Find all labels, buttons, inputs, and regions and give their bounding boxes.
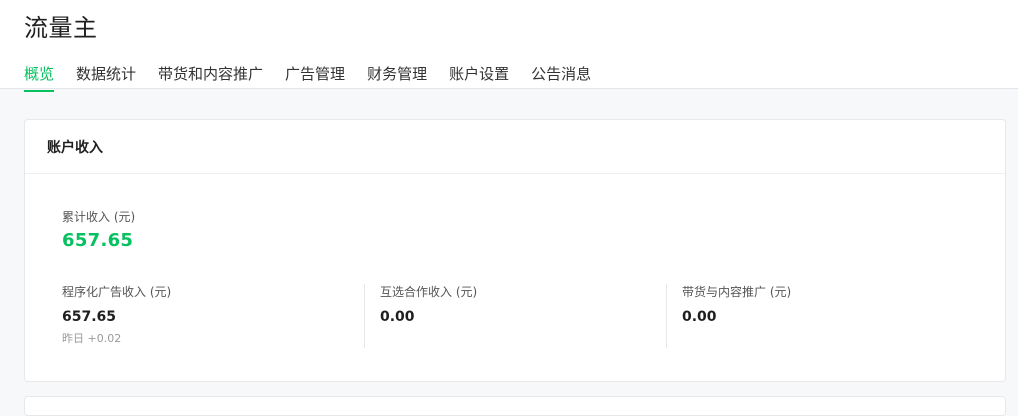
next-card: [24, 396, 1006, 416]
metric-divider: [364, 284, 365, 348]
metric-label: 程序化广告收入 (元): [62, 285, 172, 299]
income-card-header: 账户收入: [25, 120, 1005, 174]
tab-announcements[interactable]: 公告消息: [531, 62, 591, 89]
income-card: 账户收入 累计收入 (元) 657.65 程序化广告收入 (元) 657.65 …: [24, 119, 1006, 382]
main-tabs: 概览 数据统计 带货和内容推广 广告管理 财务管理 账户设置 公告消息: [24, 62, 613, 92]
metric-yesterday-change: 昨日 +0.02: [62, 332, 122, 345]
metric-label: 带货与内容推广 (元): [682, 285, 792, 299]
income-card-title: 账户收入: [47, 139, 103, 156]
tab-ad-management[interactable]: 广告管理: [285, 62, 345, 89]
metric-value: 0.00: [682, 309, 717, 325]
metric-product-promotion: 带货与内容推广 (元) 0.00: [682, 284, 791, 348]
tab-product-promotion[interactable]: 带货和内容推广: [158, 62, 263, 89]
page-header: 流量主 概览 数据统计 带货和内容推广 广告管理 财务管理 账户设置 公告消息: [0, 0, 1018, 92]
metric-value: 0.00: [380, 309, 415, 325]
metric-programmatic-ads: 程序化广告收入 (元) 657.65 昨日 +0.02: [62, 284, 171, 348]
tab-account-settings[interactable]: 账户设置: [449, 62, 509, 89]
tab-overview[interactable]: 概览: [24, 62, 55, 92]
metric-label: 互选合作收入 (元): [380, 285, 478, 299]
income-metrics: 程序化广告收入 (元) 657.65 昨日 +0.02 互选合作收入 (元) 0…: [62, 284, 982, 348]
metric-divider: [666, 284, 667, 348]
total-income-label: 累计收入 (元): [62, 210, 136, 224]
total-income-value: 657.65: [62, 230, 134, 251]
app-title: 流量主: [24, 14, 98, 42]
tab-statistics[interactable]: 数据统计: [76, 62, 136, 89]
metric-value: 657.65: [62, 309, 117, 325]
metric-mutual-selection: 互选合作收入 (元) 0.00: [380, 284, 477, 348]
tab-finance[interactable]: 财务管理: [367, 62, 427, 89]
